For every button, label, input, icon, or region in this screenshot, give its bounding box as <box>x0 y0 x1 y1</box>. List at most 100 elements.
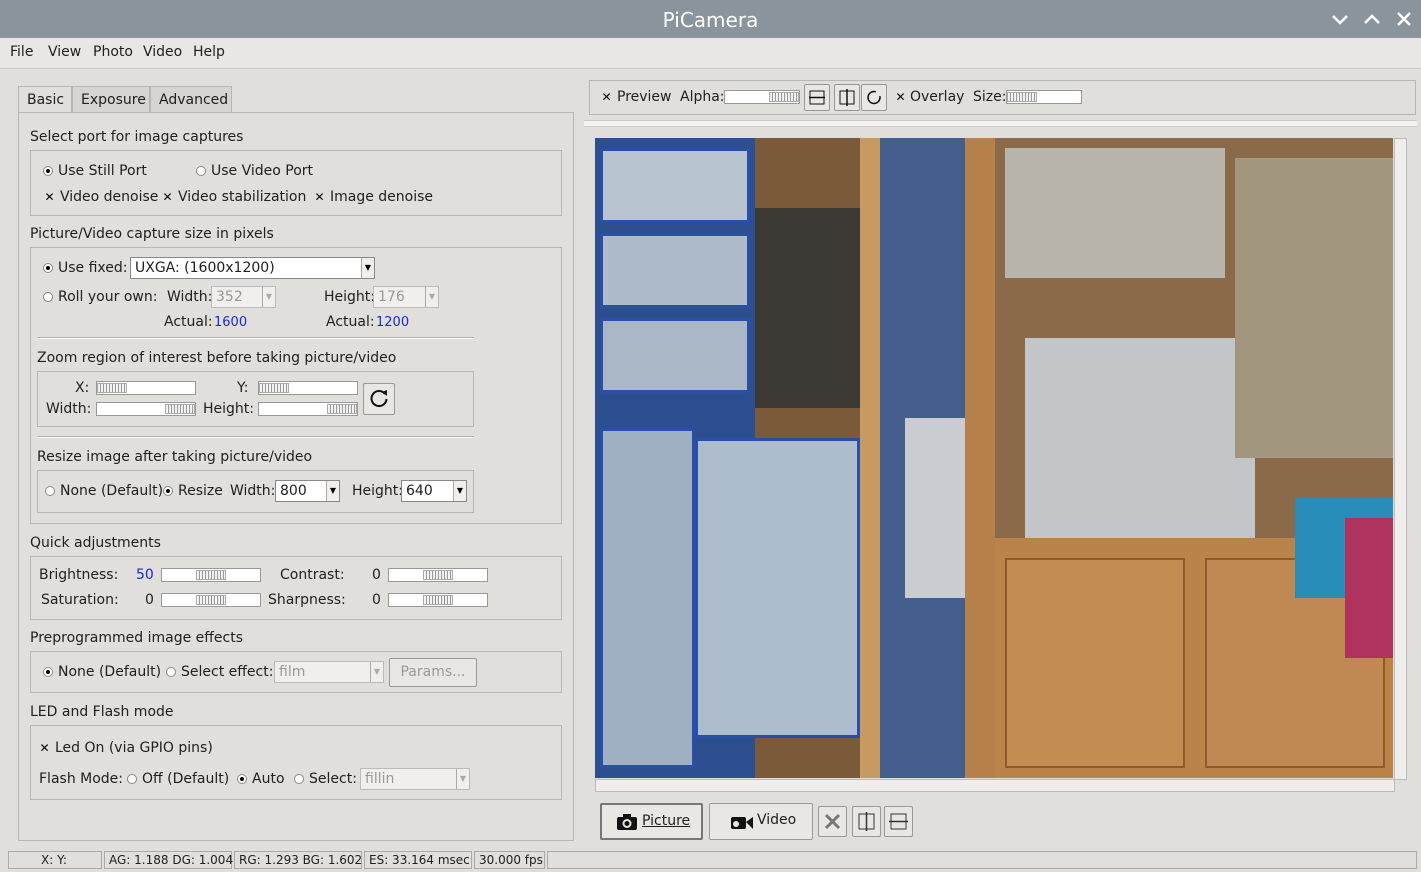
close-icon <box>824 813 841 830</box>
status-message <box>547 851 1417 869</box>
resize-width-input[interactable]: 800 ▼ <box>275 480 340 502</box>
zoom-y-slider[interactable] <box>258 381 358 395</box>
slider-thumb[interactable] <box>327 404 357 414</box>
resize-width-label: Width: <box>230 483 276 499</box>
overlay-checkbox[interactable]: ✕ <box>895 91 906 103</box>
flip-horizontal-bottom-button[interactable] <box>852 806 881 837</box>
slider-thumb[interactable] <box>165 404 195 414</box>
flip-horizontal-icon <box>858 812 875 831</box>
quick-group <box>30 556 562 620</box>
actual-width-label: Actual: <box>164 314 213 330</box>
flash-mode-label: Flash Mode: <box>39 771 123 787</box>
select-effect-radio[interactable] <box>166 667 176 677</box>
use-fixed-radio[interactable] <box>43 263 53 273</box>
slider-thumb[interactable] <box>769 92 799 102</box>
flip-vertical-bottom-button[interactable] <box>884 806 913 837</box>
brightness-label: Brightness: <box>39 567 119 583</box>
rotate-icon <box>867 90 881 105</box>
slider-thumb[interactable] <box>97 383 127 393</box>
port-group <box>30 150 562 216</box>
fixed-size-value: UXGA: (1600x1200) <box>135 260 275 276</box>
divider <box>37 436 474 438</box>
horizontal-scrollbar[interactable] <box>595 779 1395 792</box>
effect-none-radio[interactable] <box>43 667 53 677</box>
width-label: Width: <box>167 289 213 305</box>
slider-thumb[interactable] <box>196 570 226 580</box>
resize-none-radio[interactable] <box>45 486 55 496</box>
video-button-label: Video <box>757 812 797 828</box>
flash-auto-radio[interactable] <box>237 774 247 784</box>
menu-video[interactable]: Video <box>143 44 182 60</box>
tab-basic[interactable]: Basic <box>18 86 72 114</box>
use-fixed-label: Use fixed: <box>58 260 128 276</box>
slider-thumb[interactable] <box>423 595 453 605</box>
tab-exposure[interactable]: Exposure <box>72 86 150 113</box>
overlay-label: Overlay <box>910 89 965 105</box>
zoom-x-slider[interactable] <box>96 381 196 395</box>
slider-thumb[interactable] <box>1007 92 1037 102</box>
alpha-label: Alpha: <box>680 89 725 105</box>
splitter-handle[interactable] <box>584 120 1417 127</box>
flip-vertical-button[interactable] <box>804 84 830 111</box>
height-label: Height: <box>324 289 375 305</box>
menu-file[interactable]: File <box>10 44 33 60</box>
video-denoise-checkbox[interactable]: ✕ <box>44 191 55 203</box>
led-on-checkbox[interactable]: ✕ <box>39 742 50 754</box>
rotate-button[interactable] <box>861 84 887 111</box>
minimize-icon[interactable] <box>1329 8 1351 30</box>
slider-thumb[interactable] <box>196 595 226 605</box>
effect-select[interactable]: film ▼ <box>274 661 384 683</box>
zoom-height-slider[interactable] <box>258 402 358 416</box>
saturation-slider[interactable] <box>161 593 261 607</box>
slider-thumb[interactable] <box>423 570 453 580</box>
alpha-slider[interactable] <box>724 90 800 104</box>
video-button[interactable]: Video <box>709 803 813 840</box>
divider <box>37 337 474 339</box>
zoom-height-label: Height: <box>203 401 254 417</box>
still-port-radio[interactable] <box>43 166 53 176</box>
led-on-label: Led On (via GPIO pins) <box>55 740 213 756</box>
video-port-radio[interactable] <box>196 166 206 176</box>
video-camera-icon <box>731 817 753 829</box>
fixed-size-select[interactable]: UXGA: (1600x1200) ▼ <box>130 257 375 279</box>
roll-own-radio[interactable] <box>43 292 53 302</box>
flash-off-label: Off (Default) <box>142 771 230 787</box>
maximize-icon[interactable] <box>1361 8 1383 30</box>
chevron-down-icon: ▼ <box>262 287 275 307</box>
flip-horizontal-button[interactable] <box>834 84 860 111</box>
params-button[interactable]: Params... <box>389 658 477 687</box>
chevron-down-icon: ▼ <box>370 662 383 682</box>
sharpness-slider[interactable] <box>388 593 488 607</box>
camera-icon <box>617 814 637 830</box>
cancel-button[interactable] <box>818 806 847 837</box>
image-denoise-label: Image denoise <box>330 189 434 205</box>
flash-off-radio[interactable] <box>127 774 137 784</box>
window-title: PiCamera <box>662 8 759 32</box>
video-stabilization-checkbox[interactable]: ✕ <box>162 191 173 203</box>
vertical-scrollbar[interactable] <box>1394 138 1407 780</box>
actual-height-value: 1200 <box>376 315 410 330</box>
preview-checkbox[interactable]: ✕ <box>601 91 612 103</box>
flash-select-radio[interactable] <box>294 774 304 784</box>
height-input[interactable]: 176 ▼ <box>373 286 439 308</box>
zoom-reset-button[interactable] <box>363 383 395 415</box>
menu-help[interactable]: Help <box>193 44 225 60</box>
flash-select[interactable]: fillin ▼ <box>360 768 470 790</box>
menu-view[interactable]: View <box>48 44 81 60</box>
contrast-slider[interactable] <box>388 568 488 582</box>
menu-bar: File View Photo Video Help <box>0 38 1421 69</box>
width-input[interactable]: 352 ▼ <box>211 286 276 308</box>
picture-button[interactable]: Picture <box>600 803 703 840</box>
resize-height-input[interactable]: 640 ▼ <box>401 480 467 502</box>
slider-thumb[interactable] <box>259 383 289 393</box>
resize-radio[interactable] <box>163 486 173 496</box>
zoom-width-slider[interactable] <box>96 402 196 416</box>
quick-heading: Quick adjustments <box>30 535 161 551</box>
size-slider[interactable] <box>1006 90 1082 104</box>
image-denoise-checkbox[interactable]: ✕ <box>314 191 325 203</box>
brightness-slider[interactable] <box>161 568 261 582</box>
tab-advanced[interactable]: Advanced <box>150 86 232 113</box>
close-icon[interactable] <box>1393 8 1415 30</box>
sharpness-value: 0 <box>372 592 381 608</box>
menu-photo[interactable]: Photo <box>93 44 133 60</box>
